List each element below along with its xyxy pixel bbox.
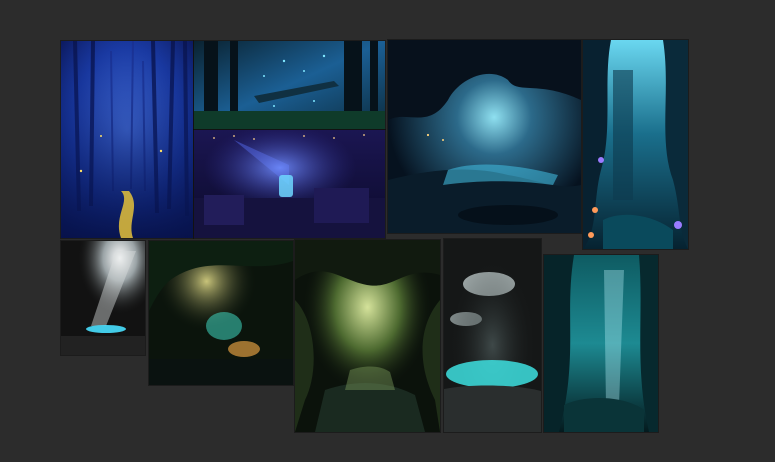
forest-canopy-art [194,41,385,129]
image-underwater-cave-cyan[interactable] [583,40,688,249]
underwater-cave-art [583,40,688,249]
image-glowing-grotto-green[interactable] [149,241,293,385]
image-forest-canopy-teal[interactable] [194,41,385,129]
forest-path-art [61,41,193,238]
mossy-cave-art [295,240,440,432]
glowing-grotto-art [149,241,293,385]
cave-river-art [388,40,581,233]
cozy-room-art [194,130,385,238]
image-hot-spring-cave[interactable] [444,239,541,432]
image-cozy-room-violet[interactable] [194,130,385,238]
moodboard-canvas [0,0,775,462]
image-light-beam-cave[interactable] [61,241,145,355]
image-submerged-cave-teal[interactable] [544,255,658,432]
light-beam-art [61,241,145,355]
submerged-cave-art [544,255,658,432]
image-forest-path-blue[interactable] [61,41,193,238]
image-cave-river-blue[interactable] [388,40,581,233]
hot-spring-art [444,239,541,432]
image-mossy-cave-stream[interactable] [295,240,440,432]
